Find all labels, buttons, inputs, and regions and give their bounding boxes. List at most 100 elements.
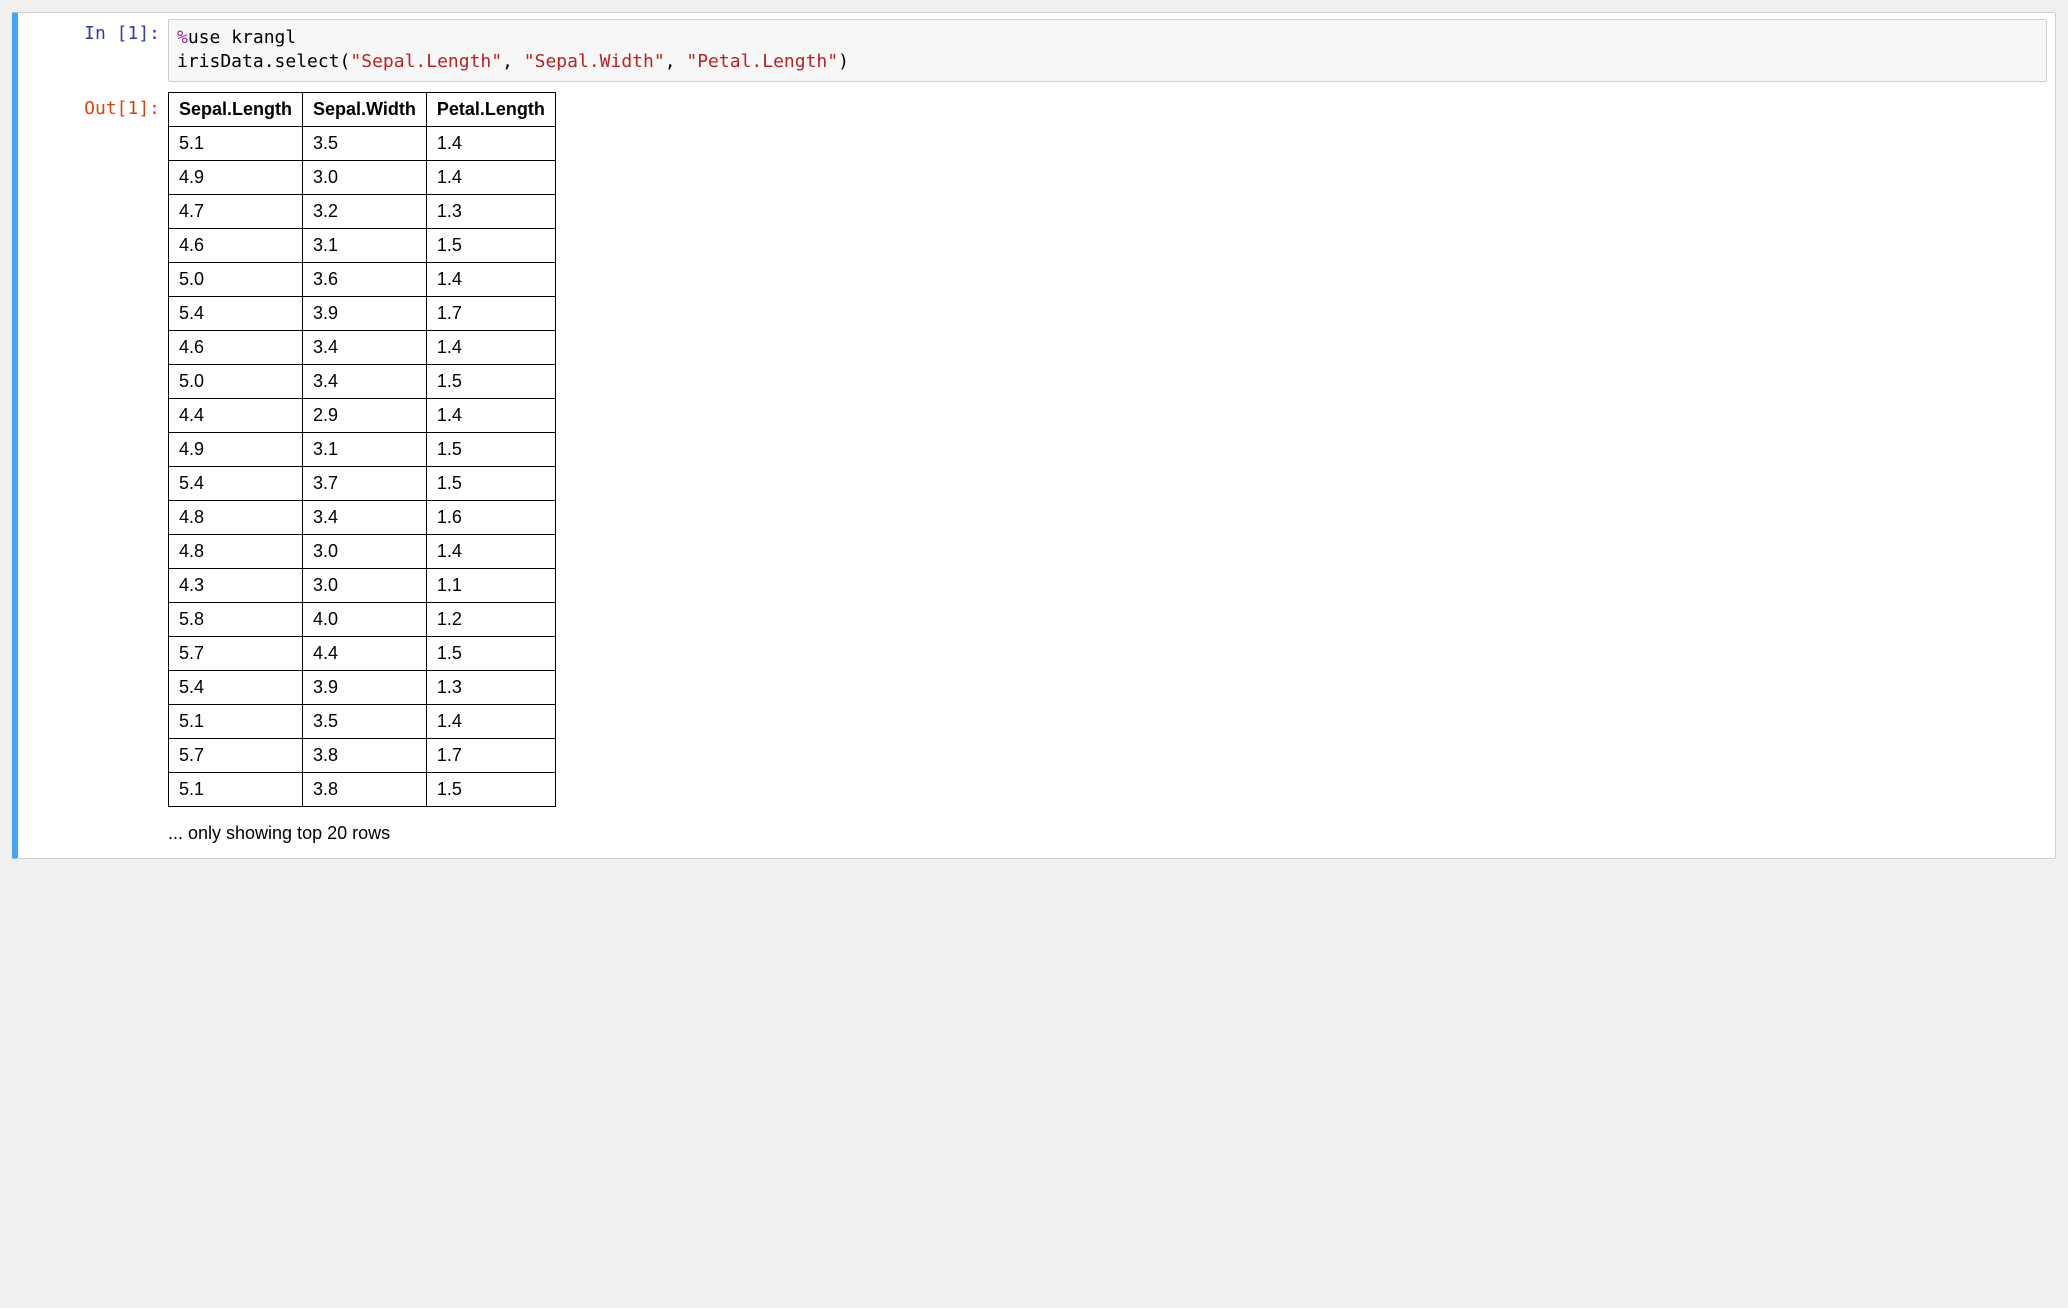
table-header-row: Sepal.LengthSepal.WidthPetal.Length bbox=[169, 92, 556, 126]
output-content: Sepal.LengthSepal.WidthPetal.Length5.13.… bbox=[168, 88, 2055, 858]
table-cell: 4.6 bbox=[169, 330, 303, 364]
table-cell: 1.5 bbox=[426, 364, 555, 398]
code-input-area[interactable]: %use krangl irisData.select("Sepal.Lengt… bbox=[168, 19, 2047, 82]
table-cell: 3.5 bbox=[303, 126, 427, 160]
table-cell: 1.4 bbox=[426, 704, 555, 738]
table-cell: 4.6 bbox=[169, 228, 303, 262]
table-cell: 3.8 bbox=[303, 738, 427, 772]
table-cell: 1.4 bbox=[426, 534, 555, 568]
table-cell: 1.4 bbox=[426, 398, 555, 432]
table-cell: 1.7 bbox=[426, 738, 555, 772]
table-cell: 5.4 bbox=[169, 466, 303, 500]
table-cell: 3.9 bbox=[303, 670, 427, 704]
table-row: 4.63.41.4 bbox=[169, 330, 556, 364]
table-cell: 5.1 bbox=[169, 126, 303, 160]
table-cell: 1.5 bbox=[426, 772, 555, 806]
table-cell: 5.4 bbox=[169, 670, 303, 704]
code-token: , bbox=[665, 51, 687, 72]
table-cell: 1.4 bbox=[426, 262, 555, 296]
table-cell: 5.7 bbox=[169, 636, 303, 670]
table-cell: 3.1 bbox=[303, 432, 427, 466]
table-cell: 5.0 bbox=[169, 262, 303, 296]
table-row: 4.93.11.5 bbox=[169, 432, 556, 466]
table-row: 5.13.51.4 bbox=[169, 704, 556, 738]
table-row: 4.83.01.4 bbox=[169, 534, 556, 568]
table-row: 5.13.51.4 bbox=[169, 126, 556, 160]
table-cell: 3.9 bbox=[303, 296, 427, 330]
table-row: 5.03.41.5 bbox=[169, 364, 556, 398]
output-prompt: Out[1]: bbox=[18, 88, 168, 119]
table-cell: 1.5 bbox=[426, 432, 555, 466]
table-cell: 1.4 bbox=[426, 160, 555, 194]
table-cell: 4.4 bbox=[303, 636, 427, 670]
table-cell: 5.4 bbox=[169, 296, 303, 330]
table-cell: 1.3 bbox=[426, 194, 555, 228]
output-area: Sepal.LengthSepal.WidthPetal.Length5.13.… bbox=[168, 88, 2055, 858]
table-row: 5.84.01.2 bbox=[169, 602, 556, 636]
table-row: 5.43.91.3 bbox=[169, 670, 556, 704]
table-cell: 4.7 bbox=[169, 194, 303, 228]
table-cell: 4.9 bbox=[169, 160, 303, 194]
table-cell: 3.4 bbox=[303, 500, 427, 534]
table-row: 5.73.81.7 bbox=[169, 738, 556, 772]
table-cell: 3.0 bbox=[303, 160, 427, 194]
table-cell: 4.0 bbox=[303, 602, 427, 636]
table-cell: 5.0 bbox=[169, 364, 303, 398]
table-cell: 4.9 bbox=[169, 432, 303, 466]
table-cell: 1.5 bbox=[426, 466, 555, 500]
table-cell: 5.7 bbox=[169, 738, 303, 772]
table-cell: 3.4 bbox=[303, 364, 427, 398]
table-row: 5.74.41.5 bbox=[169, 636, 556, 670]
code-token: ) bbox=[838, 51, 849, 72]
table-row: 4.42.91.4 bbox=[169, 398, 556, 432]
code-token: "Sepal.Length" bbox=[350, 51, 502, 72]
code-token: % bbox=[177, 27, 188, 48]
table-cell: 4.3 bbox=[169, 568, 303, 602]
table-row: 4.93.01.4 bbox=[169, 160, 556, 194]
code-token: "Sepal.Width" bbox=[524, 51, 665, 72]
cell-content: %use krangl irisData.select("Sepal.Lengt… bbox=[168, 13, 2055, 88]
table-cell: 1.2 bbox=[426, 602, 555, 636]
table-cell: 3.0 bbox=[303, 568, 427, 602]
prompt-column: In [1]: bbox=[18, 13, 168, 88]
table-cell: 1.1 bbox=[426, 568, 555, 602]
table-row: 5.43.91.7 bbox=[169, 296, 556, 330]
table-cell: 1.7 bbox=[426, 296, 555, 330]
output-table: Sepal.LengthSepal.WidthPetal.Length5.13.… bbox=[168, 92, 556, 807]
table-cell: 1.6 bbox=[426, 500, 555, 534]
table-cell: 2.9 bbox=[303, 398, 427, 432]
table-cell: 5.1 bbox=[169, 772, 303, 806]
code-token: , bbox=[502, 51, 524, 72]
table-row: 4.83.41.6 bbox=[169, 500, 556, 534]
table-row: 5.03.61.4 bbox=[169, 262, 556, 296]
table-cell: 4.8 bbox=[169, 500, 303, 534]
table-header-cell: Sepal.Width bbox=[303, 92, 427, 126]
table-row: 5.43.71.5 bbox=[169, 466, 556, 500]
table-cell: 5.8 bbox=[169, 602, 303, 636]
table-cell: 3.2 bbox=[303, 194, 427, 228]
table-cell: 1.4 bbox=[426, 126, 555, 160]
code-token: use krangl irisData.select( bbox=[177, 27, 350, 72]
table-cell: 4.4 bbox=[169, 398, 303, 432]
table-cell: 1.3 bbox=[426, 670, 555, 704]
output-prompt-column: Out[1]: bbox=[18, 88, 168, 858]
table-cell: 1.5 bbox=[426, 228, 555, 262]
table-cell: 3.0 bbox=[303, 534, 427, 568]
table-cell: 3.7 bbox=[303, 466, 427, 500]
output-truncation-note: ... only showing top 20 rows bbox=[168, 823, 2047, 844]
table-cell: 3.4 bbox=[303, 330, 427, 364]
code-editor[interactable]: %use krangl irisData.select("Sepal.Lengt… bbox=[169, 20, 2046, 81]
input-prompt: In [1]: bbox=[18, 13, 168, 44]
table-cell: 3.6 bbox=[303, 262, 427, 296]
code-cell[interactable]: In [1]: %use krangl irisData.select("Sep… bbox=[12, 12, 2056, 859]
table-header-cell: Petal.Length bbox=[426, 92, 555, 126]
table-cell: 4.8 bbox=[169, 534, 303, 568]
table-row: 4.63.11.5 bbox=[169, 228, 556, 262]
table-row: 4.73.21.3 bbox=[169, 194, 556, 228]
table-cell: 3.1 bbox=[303, 228, 427, 262]
table-cell: 1.5 bbox=[426, 636, 555, 670]
table-row: 4.33.01.1 bbox=[169, 568, 556, 602]
table-row: 5.13.81.5 bbox=[169, 772, 556, 806]
table-header-cell: Sepal.Length bbox=[169, 92, 303, 126]
table-cell: 3.8 bbox=[303, 772, 427, 806]
